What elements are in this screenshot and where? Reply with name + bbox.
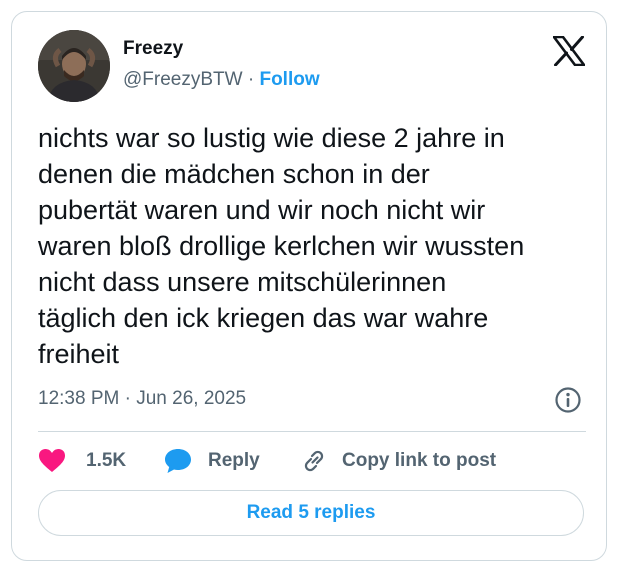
reply-button[interactable]: Reply	[164, 446, 260, 476]
copy-link-label: Copy link to post	[342, 450, 497, 471]
x-logo-icon[interactable]	[553, 36, 585, 66]
handle[interactable]: @FreezyBTW	[123, 69, 243, 90]
link-icon	[304, 450, 324, 472]
follow-button[interactable]: Follow	[259, 69, 319, 90]
divider	[38, 431, 586, 432]
handle-separator: ·	[242, 69, 260, 90]
handle-row: @FreezyBTW · Follow	[123, 69, 320, 91]
copy-link-button[interactable]: Copy link to post	[300, 446, 496, 476]
info-icon[interactable]	[554, 386, 582, 414]
tweet-text: nichts war so lustig wie diese 2 jahre i…	[38, 123, 525, 369]
display-name[interactable]: Freezy	[123, 38, 183, 60]
tweet-card: Freezy @FreezyBTW · Follow nichts war so…	[11, 11, 607, 561]
like-button[interactable]: 1.5K	[38, 446, 126, 476]
read-replies-button[interactable]: Read 5 replies	[38, 490, 584, 536]
heart-icon	[39, 449, 65, 472]
timestamp[interactable]: 12:38 PM · Jun 26, 2025	[38, 388, 246, 410]
like-count: 1.5K	[86, 450, 127, 471]
speech-bubble-icon	[165, 449, 191, 473]
avatar-image	[38, 30, 110, 102]
avatar[interactable]	[38, 30, 110, 102]
reply-label: Reply	[208, 450, 260, 471]
